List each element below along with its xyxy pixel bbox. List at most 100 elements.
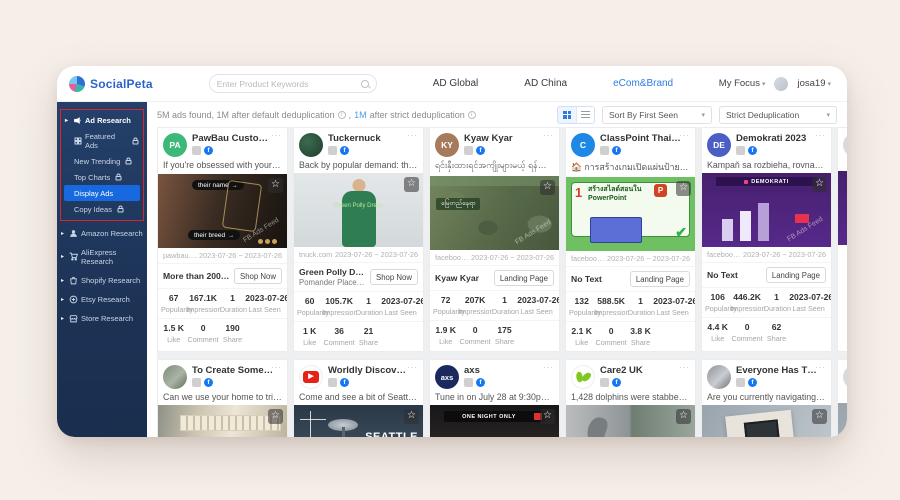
- advertiser-name[interactable]: Everyone Has The Freedom To...: [736, 365, 826, 376]
- dedup-count-link[interactable]: 1M: [354, 110, 367, 120]
- advertiser-name[interactable]: axs: [464, 365, 554, 376]
- domain-link[interactable]: pawbau.com: [163, 251, 199, 260]
- avatar[interactable]: DE: [707, 133, 731, 157]
- avatar[interactable]: ▶: [299, 365, 323, 389]
- crosshair-shape: [310, 411, 311, 437]
- sort-dropdown[interactable]: Sort By First Seen ▾: [602, 106, 712, 124]
- sidebar: ▸ Ad Research Featured Ads New Trending …: [57, 102, 147, 437]
- stat-like: 2.1 KLike: [569, 326, 594, 347]
- advertiser-name[interactable]: ClassPoint Thailand: [600, 133, 690, 144]
- advertiser-name[interactable]: Demokrati 2023: [736, 133, 826, 144]
- info-icon[interactable]: i: [338, 111, 346, 119]
- shop-now-button[interactable]: Shop Now: [234, 268, 282, 284]
- favorite-star-icon[interactable]: ☆: [540, 409, 555, 424]
- ad-text: Kampaň sa rozbieha, rovnako ako sa rozbi…: [702, 159, 831, 173]
- sidebar-item-display-ads[interactable]: Display Ads: [64, 185, 140, 201]
- favorite-star-icon[interactable]: ☆: [404, 177, 419, 192]
- advertiser-name[interactable]: Kyaw Kyar: [464, 133, 554, 144]
- domain-link[interactable]: tnuck.com: [299, 250, 332, 259]
- avatar[interactable]: [774, 77, 788, 91]
- domain-link[interactable]: facebook.com/11...: [571, 254, 607, 263]
- landing-page-button[interactable]: Landing Page: [494, 270, 554, 286]
- grid-view-button[interactable]: [558, 107, 576, 123]
- more-menu-icon[interactable]: ···: [271, 363, 282, 372]
- avatar[interactable]: [163, 365, 187, 389]
- sidebar-item-store-research[interactable]: ▸ Store Research: [57, 310, 147, 326]
- lock-icon: [117, 205, 124, 213]
- ad-image[interactable]: မြေတည်နေရာ FB Ads Feed ☆: [430, 176, 559, 250]
- favorite-star-icon[interactable]: ☆: [540, 180, 555, 195]
- search-box[interactable]: [209, 74, 377, 93]
- ad-image[interactable]: 1 สร้างสไลด์สอนใน PowerPoint P ✔ ☆: [566, 177, 695, 251]
- favorite-star-icon[interactable]: ☆: [268, 409, 283, 424]
- ad-image[interactable]: ☆: [702, 405, 831, 437]
- domain-link[interactable]: facebook.com/10...: [707, 250, 743, 259]
- sidebar-item-etsy-research[interactable]: ▸ Etsy Research: [57, 291, 147, 307]
- sidebar-item-shopify-research[interactable]: ▸ Shopify Research: [57, 272, 147, 288]
- top-header: SocialPeta AD Global AD China eCom&Brand…: [57, 66, 847, 102]
- sidebar-item-featured-ads[interactable]: Featured Ads: [61, 128, 143, 153]
- ad-image[interactable]: DEMOKRATI FB Ads Feed ☆: [702, 173, 831, 247]
- domain-link[interactable]: facebook.com/10...: [435, 253, 471, 262]
- favorite-star-icon[interactable]: ☆: [404, 409, 419, 424]
- dedup-dropdown[interactable]: Strict Deduplication ▾: [719, 106, 837, 124]
- avatar[interactable]: [707, 365, 731, 389]
- advertiser-name[interactable]: To Create Something Exceptio...: [192, 365, 282, 376]
- info-icon[interactable]: i: [468, 111, 476, 119]
- ad-text: ရင်းနှီးထားရင်အကျိုးများမယ့် ရန်ကုန်-ပြည…: [430, 159, 559, 176]
- landing-page-button[interactable]: Landing Page: [630, 271, 690, 287]
- list-view-button[interactable]: [576, 107, 594, 123]
- avatar[interactable]: [299, 133, 323, 157]
- favorite-star-icon[interactable]: ☆: [812, 177, 827, 192]
- sidebar-item-ad-research[interactable]: ▸ Ad Research: [61, 112, 143, 128]
- brand-name: DEMOKRATI: [751, 179, 788, 185]
- stat-comment: 0Comment: [186, 323, 219, 344]
- shop-now-button[interactable]: Shop Now: [370, 269, 418, 285]
- sidebar-item-copy-ideas[interactable]: Copy Ideas: [61, 201, 143, 217]
- avatar[interactable]: axs: [435, 365, 459, 389]
- logo[interactable]: SocialPeta: [69, 76, 153, 92]
- more-menu-icon[interactable]: ···: [271, 131, 282, 140]
- ad-image[interactable]: Green Polly Dress ☆: [294, 173, 423, 247]
- favorite-star-icon[interactable]: ☆: [812, 409, 827, 424]
- ad-image[interactable]: SEATTLE WASHINGTON ☆: [294, 405, 423, 437]
- more-menu-icon[interactable]: ···: [543, 363, 554, 372]
- sidebar-item-new-trending[interactable]: New Trending: [61, 153, 143, 169]
- more-menu-icon[interactable]: ···: [543, 131, 554, 140]
- my-focus-menu[interactable]: My Focus▾: [719, 78, 766, 89]
- nav-ecom-brand[interactable]: eCom&Brand: [613, 78, 673, 89]
- avatar[interactable]: C: [571, 133, 595, 157]
- nav-ad-global[interactable]: AD Global: [433, 78, 479, 89]
- more-menu-icon[interactable]: ···: [407, 131, 418, 140]
- nav-ad-china[interactable]: AD China: [524, 78, 567, 89]
- more-menu-icon[interactable]: ···: [679, 131, 690, 140]
- sidebar-item-aliexpress-research[interactable]: ▸ AliExpress Research: [57, 244, 147, 269]
- more-menu-icon[interactable]: ···: [815, 363, 826, 372]
- user-menu[interactable]: josa19▾: [797, 78, 831, 89]
- avatar[interactable]: [571, 365, 595, 389]
- advertiser-name[interactable]: Care2 UK: [600, 365, 690, 376]
- avatar[interactable]: KY: [435, 133, 459, 157]
- more-menu-icon[interactable]: ···: [815, 131, 826, 140]
- landing-page-button[interactable]: Landing Page: [766, 267, 826, 283]
- search-input[interactable]: [217, 79, 356, 89]
- brand-banner: DEMOKRATI: [716, 177, 817, 186]
- more-menu-icon[interactable]: ···: [407, 363, 418, 372]
- favorite-star-icon[interactable]: ☆: [676, 409, 691, 424]
- more-menu-icon[interactable]: ···: [679, 363, 690, 372]
- sidebar-item-top-charts[interactable]: Top Charts: [61, 169, 143, 185]
- advertiser-name[interactable]: PawBau Custom Jewelry: [192, 133, 282, 144]
- advertiser-name[interactable]: Worldly Discovery: [328, 365, 418, 376]
- favorite-star-icon[interactable]: ☆: [676, 181, 691, 196]
- cta-subtext: Pomander Place | Green Polly Dr...: [299, 278, 366, 287]
- favorite-star-icon[interactable]: ☆: [268, 178, 283, 193]
- ad-format-icon: [328, 146, 337, 155]
- ad-image[interactable]: ☆: [158, 405, 287, 437]
- ad-image[interactable]: ONE NIGHT ONLY ☆: [430, 405, 559, 437]
- facebook-icon: f: [612, 146, 621, 155]
- advertiser-name[interactable]: Tuckernuck: [328, 133, 418, 144]
- ad-image[interactable]: their name their breed FB Ads Feed ☆: [158, 174, 287, 248]
- avatar[interactable]: PA: [163, 133, 187, 157]
- ad-image[interactable]: ☆: [566, 405, 695, 437]
- sidebar-item-amazon-research[interactable]: ▸ Amazon Research: [57, 225, 147, 241]
